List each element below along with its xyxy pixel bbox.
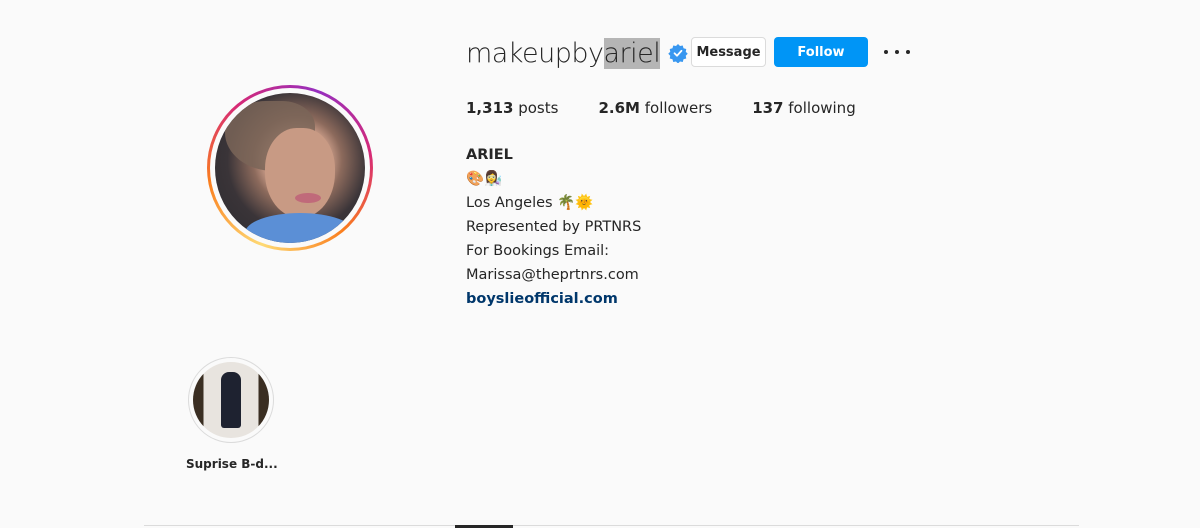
profile-stats: 1,313 posts 2.6M followers 137 following (466, 99, 896, 117)
verified-badge-icon (668, 43, 689, 64)
profile-avatar[interactable] (215, 93, 365, 243)
dot (884, 50, 888, 54)
bio-email: Marissa@theprtnrs.com (466, 267, 639, 283)
profile-avatar-ring[interactable] (207, 85, 373, 251)
highlight-ring (188, 357, 274, 443)
username-prefix: makeupby (466, 37, 604, 69)
dot (906, 50, 910, 54)
avatar-lips (295, 193, 321, 203)
following-count[interactable]: 137 following (752, 99, 856, 117)
bio-location: Los Angeles 🌴🌞 (466, 195, 594, 211)
bio-emoji-line: 🎨👩‍🔬 (466, 171, 503, 187)
story-highlight[interactable]: Suprise B-d... (186, 357, 278, 471)
avatar-gap (210, 88, 370, 248)
profile-bio: ARIEL 🎨👩‍🔬 Los Angeles 🌴🌞 Represented by… (466, 143, 641, 311)
stat-label: following (788, 99, 856, 117)
username-selected-text: ariel (603, 37, 661, 69)
username: makeupbyariel (466, 37, 661, 69)
dot (895, 50, 899, 54)
highlight-label: Suprise B-d... (186, 457, 278, 471)
message-button[interactable]: Message (691, 37, 766, 67)
bio-line: Represented by PRTNRS (466, 219, 642, 235)
stat-label: posts (518, 99, 559, 117)
username-row: makeupbyariel (466, 36, 689, 70)
bio-line: For Bookings Email: (466, 243, 610, 259)
stat-value: 1,313 (466, 99, 514, 117)
display-name: ARIEL (466, 147, 513, 163)
follow-button[interactable]: Follow (774, 37, 868, 67)
bio-website-link[interactable]: boyslieofficial.com (466, 287, 641, 311)
tabs-divider (144, 525, 1079, 526)
followers-count[interactable]: 2.6M followers (598, 99, 712, 117)
avatar-shirt (245, 213, 355, 243)
highlight-figure (221, 372, 241, 428)
stat-label: followers (644, 99, 713, 117)
stat-value: 137 (752, 99, 784, 117)
posts-count: 1,313 posts (466, 99, 558, 117)
stat-value: 2.6M (598, 99, 640, 117)
highlight-cover-image (193, 362, 269, 438)
more-options-icon[interactable] (884, 44, 910, 60)
avatar-face (265, 128, 335, 218)
